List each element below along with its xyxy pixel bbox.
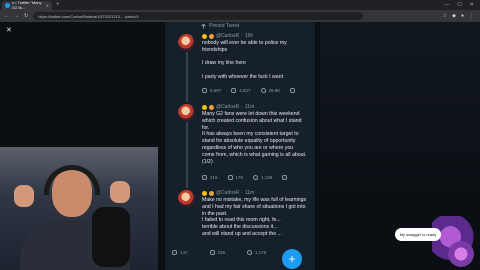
media-viewer-actions: 147 238 1,176 — [172, 250, 266, 255]
like-button[interactable]: 29.9K — [260, 88, 280, 93]
retweet-icon — [227, 175, 233, 180]
streamer-fist — [110, 181, 130, 203]
like-button[interactable]: 1,176 — [247, 250, 266, 255]
reply-icon — [202, 175, 207, 180]
tweet-text: Many G2 fans were let down this weekend … — [202, 111, 307, 165]
share-button[interactable] — [282, 175, 288, 180]
window-close-icon[interactable]: ✕ — [470, 2, 474, 8]
webcam-overlay — [0, 147, 158, 270]
profile-icon[interactable]: ● — [461, 13, 464, 19]
tweet-actions: 5,697 4,627 29.9K — [202, 88, 296, 93]
tweet-time[interactable]: 16h — [245, 33, 253, 39]
team-badge-icon — [209, 190, 214, 196]
pinned-label: Pinned Tweet — [201, 23, 239, 29]
team-badge-icon — [209, 104, 214, 110]
reply-button[interactable]: 5,697 — [202, 88, 221, 93]
avatar[interactable] — [178, 104, 195, 121]
browser-tab-bar: x • Twitter "Many G2 fa... ✕ + — ☐ ✕ — [0, 0, 480, 10]
forward-icon[interactable]: → — [14, 13, 19, 19]
retweet-button[interactable]: 4,627 — [231, 88, 251, 93]
window-controls: — ☐ ✕ — [444, 2, 474, 8]
avatar[interactable] — [178, 190, 195, 207]
compose-plus-icon: + — [288, 252, 296, 266]
reply-icon — [202, 88, 207, 93]
retweet-icon — [209, 250, 215, 255]
pin-icon — [201, 23, 206, 29]
dragon-mascot-icon — [445, 240, 477, 268]
verified-badge-icon — [202, 190, 207, 196]
background-dimmed — [320, 22, 480, 202]
reply-icon — [172, 250, 177, 255]
tab-close-icon[interactable]: ✕ — [46, 3, 49, 8]
new-tab-icon[interactable]: + — [56, 2, 60, 8]
extensions-bar: ☆ ◆ ● ⋮ — [443, 13, 474, 19]
microphone-icon — [92, 207, 130, 267]
verified-badge-icon — [202, 33, 207, 39]
tweet-time[interactable]: 11m — [245, 104, 254, 110]
share-icon — [290, 88, 296, 93]
thread-line — [186, 52, 188, 102]
tweet-actions: 315 176 1,199 — [202, 175, 288, 180]
tweet-handle[interactable]: @CarlosR — [216, 104, 239, 110]
team-badge-icon — [209, 33, 214, 39]
reply-button[interactable]: 147 — [172, 250, 188, 255]
address-bar: ← → ↻ https://twitter.com/CarlosR/status… — [0, 10, 480, 22]
tweet-meta: @CarlosR · 11m — [202, 104, 254, 110]
tweet-handle[interactable]: @CarlosR — [216, 33, 239, 39]
like-button[interactable]: 1,199 — [253, 175, 272, 180]
heart-icon — [247, 250, 253, 255]
tweet-meta: @CarlosR · 11m — [202, 190, 254, 196]
close-icon[interactable]: ✕ — [6, 26, 12, 34]
compose-button[interactable]: + — [282, 249, 302, 269]
back-icon[interactable]: ← — [4, 13, 9, 19]
thread-line — [186, 122, 188, 188]
tweet-text: Make no mistake, my life was full of lea… — [202, 197, 307, 237]
headphones-icon — [44, 165, 100, 195]
tab-title: x • Twitter "Many G2 fa... — [12, 0, 42, 10]
retweet-icon — [231, 88, 237, 93]
retweet-button[interactable]: 238 — [209, 250, 225, 255]
extension-icon[interactable]: ◆ — [452, 13, 456, 19]
tweet-handle[interactable]: @CarlosR — [216, 190, 239, 196]
twitter-favicon-icon — [5, 2, 10, 8]
reload-icon[interactable]: ↻ — [24, 13, 28, 19]
heart-icon — [253, 175, 259, 180]
tweet-text: nobody will ever be able to police my fr… — [202, 40, 287, 80]
heart-icon — [260, 88, 266, 93]
avatar[interactable] — [178, 34, 195, 51]
share-button[interactable] — [290, 88, 296, 93]
maximize-icon[interactable]: ☐ — [457, 2, 461, 8]
share-icon — [282, 175, 288, 180]
bookmark-icon[interactable]: ☆ — [443, 13, 447, 19]
reply-button[interactable]: 315 — [202, 175, 218, 180]
retweet-button[interactable]: 176 — [227, 175, 243, 180]
url-input[interactable]: https://twitter.com/CarlosR/status/15723… — [33, 12, 364, 20]
menu-icon[interactable]: ⋮ — [469, 13, 474, 19]
streamer-fist — [14, 185, 34, 207]
tweet-time[interactable]: 11m — [245, 190, 254, 196]
browser-tab[interactable]: x • Twitter "Many G2 fa... ✕ — [2, 0, 52, 10]
minimize-icon[interactable]: — — [444, 2, 449, 8]
verified-badge-icon — [202, 104, 207, 110]
speech-bubble: My swagger is ready — [395, 228, 441, 241]
tweet-meta: @CarlosR · 16h — [202, 33, 253, 39]
